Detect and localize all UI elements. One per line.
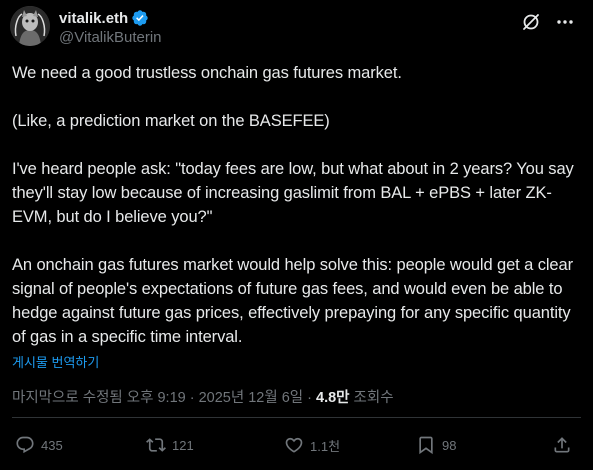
grok-icon[interactable]: [521, 12, 541, 32]
like-button[interactable]: 1.1천: [284, 430, 340, 460]
bookmark-icon: [419, 436, 433, 455]
repost-button[interactable]: 121: [146, 430, 194, 460]
reply-button[interactable]: 435: [15, 430, 63, 460]
tweet-paragraph: I've heard people ask: "today fees are l…: [12, 160, 574, 226]
display-name[interactable]: vitalik.eth: [59, 10, 128, 27]
author-handle[interactable]: @VitalikButerin: [59, 29, 162, 46]
verified-badge-icon[interactable]: [131, 9, 149, 27]
tweet-paragraph: An onchain gas futures market would help…: [12, 256, 573, 346]
heart-icon: [285, 437, 303, 453]
reply-icon: [16, 436, 34, 454]
avatar[interactable]: [10, 6, 50, 46]
tweet-card: vitalik.eth @VitalikButerin We need a go…: [0, 0, 593, 470]
divider: [12, 417, 581, 418]
display-name-row: vitalik.eth: [59, 8, 162, 28]
share-icon: [554, 437, 570, 453]
reply-count: 435: [41, 437, 63, 453]
views-label: 조회수: [349, 390, 394, 406]
author-names: vitalik.eth @VitalikButerin: [59, 8, 162, 47]
avatar-image: [10, 6, 50, 46]
bookmark-count: 98: [442, 437, 457, 453]
bookmark-button[interactable]: 98: [416, 430, 456, 460]
views-count: 4.8만: [316, 390, 350, 406]
like-count: 1.1천: [310, 438, 341, 454]
repost-icon: [146, 438, 166, 452]
translate-post-link[interactable]: 게시물 번역하기: [12, 352, 99, 371]
tweet-text: We need a good trustless onchain gas fut…: [12, 61, 584, 349]
more-options-icon[interactable]: [555, 12, 575, 32]
tweet-header: vitalik.eth @VitalikButerin: [10, 6, 583, 48]
tweet-paragraph: (Like, a prediction market on the BASEFE…: [12, 112, 330, 130]
tweet-paragraph: We need a good trustless onchain gas fut…: [12, 64, 402, 82]
repost-count: 121: [172, 437, 194, 453]
tweet-meta: 마지막으로 수정됨 오후 9:19 · 2025년 12월 6일 · 4.8만 …: [12, 386, 394, 407]
share-button[interactable]: [552, 430, 578, 460]
edited-timestamp[interactable]: 마지막으로 수정됨 오후 9:19 · 2025년 12월 6일 ·: [12, 390, 316, 406]
action-bar: 435 121 1.1천 98: [0, 430, 593, 460]
